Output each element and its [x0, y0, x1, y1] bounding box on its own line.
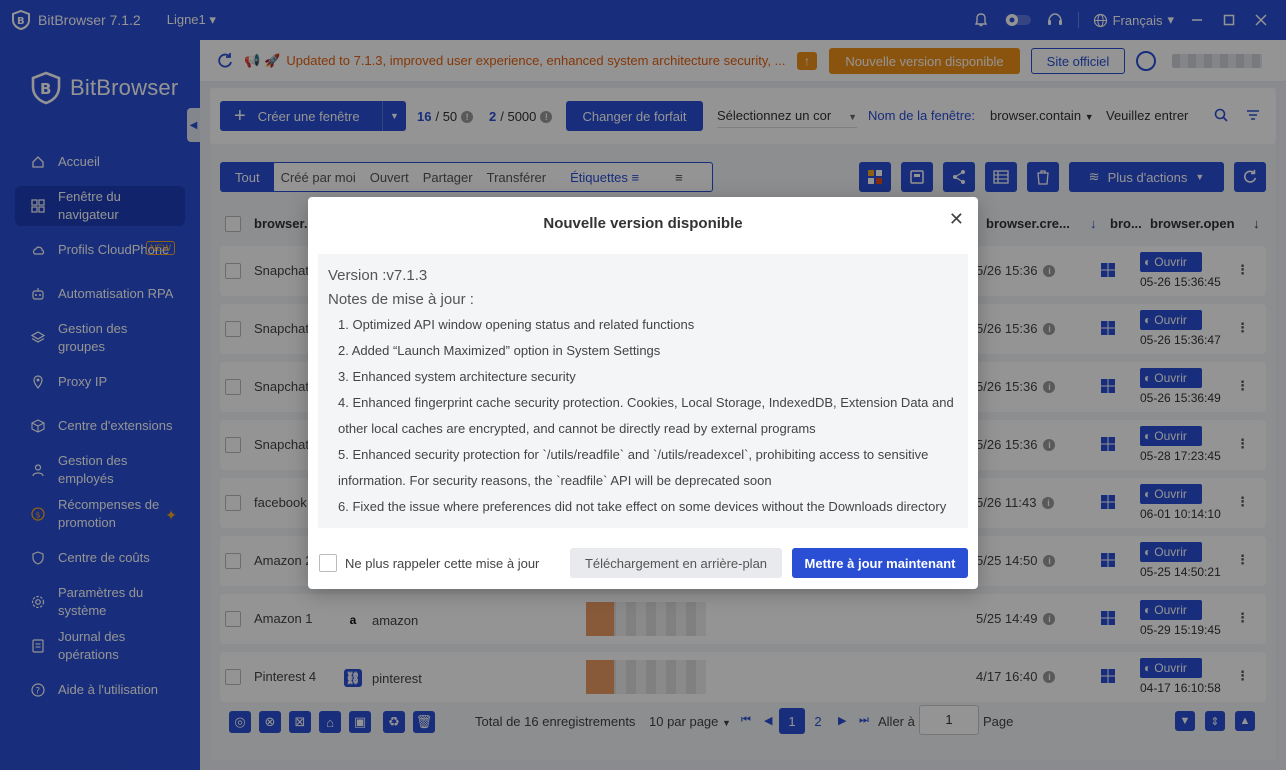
- update-dialog: Nouvelle version disponible ✕ Version :v…: [308, 197, 978, 589]
- note-item: 4. Enhanced fingerprint cache security p…: [338, 395, 954, 436]
- background-download-button[interactable]: Téléchargement en arrière-plan: [570, 548, 782, 578]
- note-item: 2. Added “Launch Maximized” option in Sy…: [338, 343, 661, 358]
- note-item: 3. Enhanced system architecture security: [338, 369, 576, 384]
- version-label: Version :v7.1.3: [328, 267, 428, 284]
- close-icon[interactable]: ✕: [949, 209, 964, 230]
- update-now-button[interactable]: Mettre à jour maintenant: [792, 548, 968, 578]
- note-item: 5. Enhanced security protection for `/ut…: [338, 447, 929, 488]
- dont-remind-label: Ne plus rappeler cette mise à jour: [345, 555, 540, 571]
- release-notes: Version :v7.1.3 Notes de mise à jour : 1…: [318, 254, 968, 528]
- notes-title: Notes de mise à jour :: [328, 291, 474, 308]
- dont-remind-checkbox[interactable]: Ne plus rappeler cette mise à jour: [319, 554, 539, 572]
- dialog-title: Nouvelle version disponible: [543, 215, 743, 232]
- checkbox[interactable]: [319, 554, 337, 572]
- note-item: 1. Optimized API window opening status a…: [338, 317, 695, 332]
- note-item: 6. Fixed the issue where preferences did…: [338, 499, 947, 514]
- dialog-footer: Ne plus rappeler cette mise à jour Téléc…: [308, 546, 978, 580]
